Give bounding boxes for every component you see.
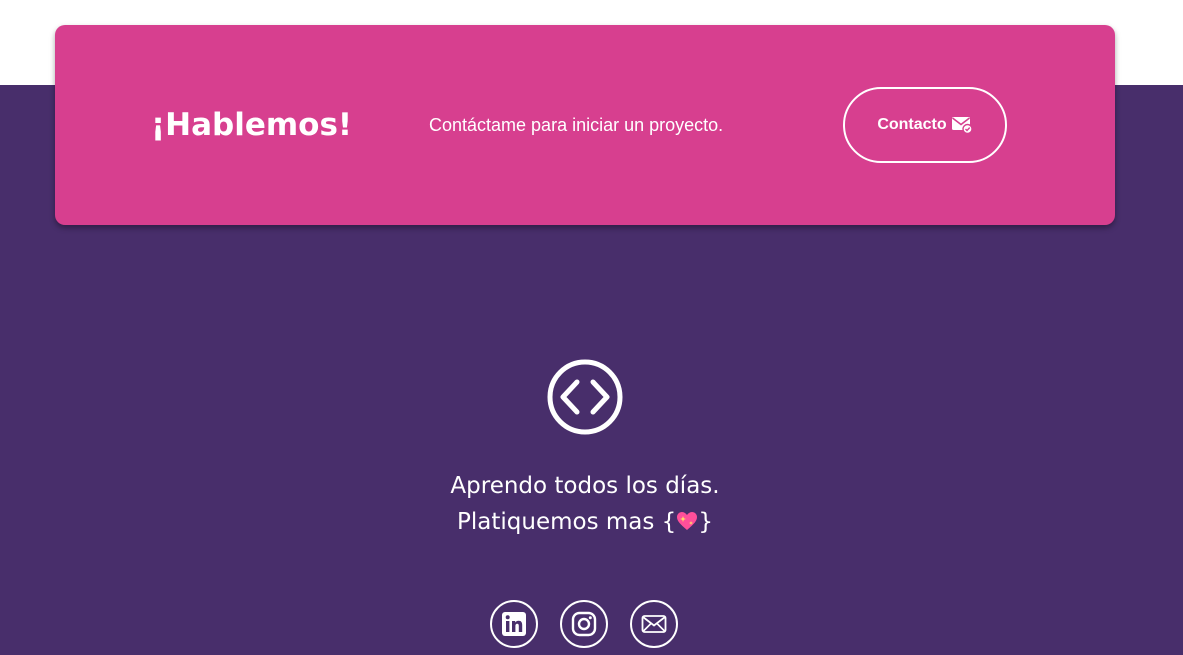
sparkling-heart-emoji [677,512,698,530]
tagline-line-2: Platiquemos mas { } [0,504,1170,540]
instagram-icon [571,611,597,637]
code-brackets-icon [547,359,623,435]
cta-title: ¡Hablemos! [151,107,353,143]
tagline-line-1: Aprendo todos los días. [450,473,720,499]
cta-description: Contáctame para iniciar un proyecto. [429,115,724,135]
linkedin-link[interactable] [490,600,538,648]
contact-button-label: Contacto [877,116,947,133]
tagline-line-2-suffix: } [698,509,713,535]
page: ¡Hablemos! Contáctame para iniciar un pr… [0,0,1183,655]
contact-button[interactable]: Contacto [843,87,1007,163]
tagline-line-2-prefix: Platiquemos mas { [457,509,677,535]
email-link[interactable] [630,600,678,648]
instagram-link[interactable] [560,600,608,648]
linkedin-icon [502,612,526,636]
email-icon [641,615,667,633]
contact-cta-card: ¡Hablemos! Contáctame para iniciar un pr… [55,25,1115,225]
mail-check-icon [951,117,973,134]
